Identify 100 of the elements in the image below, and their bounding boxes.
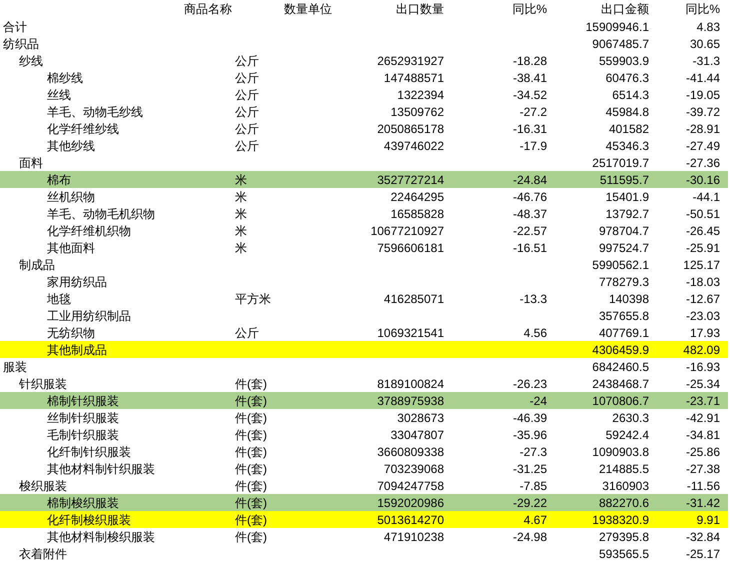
table-cell-text: 面料 [18, 155, 44, 172]
table-cell-text: 2630.3 [611, 410, 650, 427]
table-cell-text: -23.71 [684, 393, 721, 410]
table-cell-text: 家用纺织品 [46, 274, 108, 291]
table-cell-text: 丝线 [46, 87, 72, 104]
table-cell-text: -18.28 [512, 53, 548, 70]
table-cell-text: -11.56 [686, 478, 721, 495]
table-cell-text: 件(套) [235, 444, 268, 461]
table-cell-text: 13792.7 [604, 206, 650, 223]
table-cell-text: 147488571 [382, 70, 445, 87]
table-cell-text: 公斤 [235, 53, 260, 70]
table-cell-text: 439746022 [382, 138, 445, 155]
table-cell-text: 件(套) [235, 529, 268, 546]
table-cell-text: 件(套) [235, 393, 268, 410]
table-cell-text: -34.52 [512, 87, 548, 104]
table-cell-text: 30.65 [688, 36, 721, 53]
table-cell-text: 3527727214 [376, 172, 445, 189]
table-cell-text: 平方米 [235, 291, 272, 308]
table-cell-text: 衣着附件 [18, 546, 68, 563]
table-cell-text: -39.72 [684, 104, 721, 121]
table-cell-text: 471910238 [382, 529, 445, 546]
table-cell-text: -13.3 [518, 291, 548, 308]
table-cell-text: 4.83 [696, 19, 721, 36]
table-cell-text: 针织服装 [18, 376, 68, 393]
table-cell-text: 其他纱线 [46, 138, 96, 155]
column-header: 同比% [511, 1, 548, 18]
table-cell-text: 279395.8 [598, 529, 650, 546]
table-cell-text: 丝制针织服装 [46, 410, 120, 427]
table-cell-text: 件(套) [235, 495, 268, 512]
table-cell-text: -28.91 [684, 121, 721, 138]
table-cell-text: 其他制成品 [46, 342, 108, 359]
table-cell-text: -24.84 [512, 172, 548, 189]
table-cell-text: 22464295 [390, 189, 445, 206]
table-cell-text: 制成品 [18, 257, 56, 274]
table-cell-text: 6842460.5 [591, 359, 650, 376]
table-cell-text: -27.38 [684, 461, 721, 478]
table-cell-text: 纺织品 [2, 36, 40, 53]
table-cell-text: -35.96 [512, 427, 548, 444]
column-header: 出口金额 [600, 1, 650, 18]
table-cell-text: -7.85 [518, 478, 548, 495]
table-cell-text: -27.2 [518, 104, 548, 121]
table-cell-text: -27.3 [518, 444, 548, 461]
table-cell-text: -17.9 [518, 138, 548, 155]
table-cell-text: -50.51 [684, 206, 721, 223]
table-cell-text: 化学纤维纱线 [46, 121, 120, 138]
table-cell-text: 59242.4 [604, 427, 650, 444]
table-cell-text: 1322394 [396, 87, 445, 104]
table-cell-text: 公斤 [235, 70, 260, 87]
table-cell-text: 593565.5 [598, 546, 650, 563]
table-cell-text: -29.22 [512, 495, 548, 512]
table-cell-text: 服装 [2, 359, 28, 376]
column-header: 同比% [684, 1, 721, 18]
table-cell-text: 15401.9 [604, 189, 650, 206]
table-cell-text: -34.81 [684, 427, 721, 444]
table-cell-text: 棉制针织服装 [46, 393, 120, 410]
table-cell-text: 1069321541 [376, 325, 445, 342]
table-cell-text: 丝机织物 [46, 189, 96, 206]
table-cell-text: 件(套) [235, 427, 268, 444]
table-cell-text: 7094247758 [376, 478, 445, 495]
table-cell-text: -38.41 [512, 70, 548, 87]
table-cell-text: -31.42 [684, 495, 721, 512]
table-cell-text: 45346.3 [604, 138, 650, 155]
table-cell-text: -25.17 [684, 546, 721, 563]
table-cell-text: 件(套) [235, 410, 268, 427]
table-cell-text: 2517019.7 [591, 155, 650, 172]
table-cell-text: 3160903 [601, 478, 650, 495]
table-cell-text: 5013614270 [376, 512, 445, 529]
table-cell-text: 4.67 [522, 512, 548, 529]
table-cell-text: 件(套) [235, 512, 268, 529]
table-cell-text: -16.31 [512, 121, 548, 138]
table-cell-text: 梭织服装 [18, 478, 68, 495]
table-cell-text: 3028673 [396, 410, 445, 427]
column-header: 出口数量 [395, 1, 445, 18]
table-cell-text: 5990562.1 [591, 257, 650, 274]
table-cell-text: -48.37 [512, 206, 548, 223]
table-cell-text: -18.03 [684, 274, 721, 291]
table-cell-text: 毛制针织服装 [46, 427, 120, 444]
table-cell-text: 棉纱线 [46, 70, 84, 87]
table-cell-text: 2438468.7 [591, 376, 650, 393]
table-cell-text: 公斤 [235, 87, 260, 104]
table-cell-text: -46.76 [512, 189, 548, 206]
table-cell-text: 17.93 [688, 325, 721, 342]
table-cell-text: 纱线 [18, 53, 44, 70]
table-cell-text: 公斤 [235, 325, 260, 342]
table-cell-text: 3788975938 [376, 393, 445, 410]
table-cell-text: -27.36 [684, 155, 721, 172]
table-cell-text: 778279.3 [598, 274, 650, 291]
table-cell-text: 1592020986 [376, 495, 445, 512]
table-cell-text: 978704.7 [598, 223, 650, 240]
table-cell-text: 化纤制梭织服装 [46, 512, 132, 529]
table-cell-text: -23.03 [684, 308, 721, 325]
table-cell-text: -41.44 [684, 70, 721, 87]
table-cell-text: 357655.8 [598, 308, 650, 325]
table-cell-text: 米 [235, 172, 248, 189]
table-cell-text: 60476.3 [604, 70, 650, 87]
table-cell-text: 401582 [608, 121, 650, 138]
table-cell-text: -32.84 [684, 529, 721, 546]
table-cell-text: 16585828 [390, 206, 445, 223]
table-cell-text: -19.05 [684, 87, 721, 104]
table-cell-text: -26.23 [512, 376, 548, 393]
